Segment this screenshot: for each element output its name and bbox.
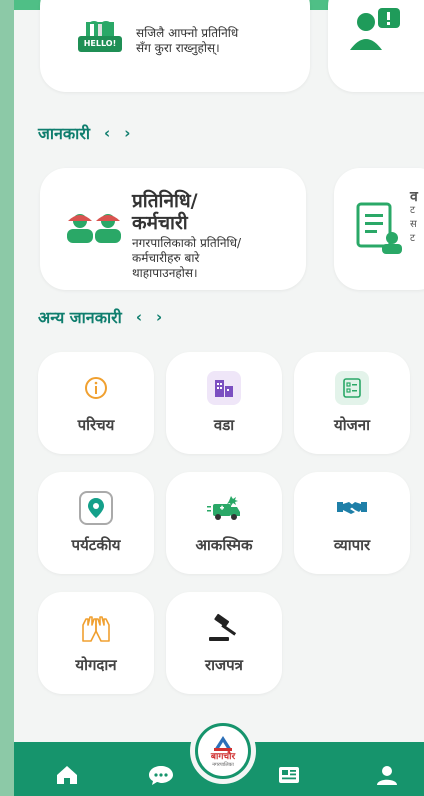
speaker-person-icon <box>350 8 402 54</box>
representative-desc-line3: थाहापाउनहोस। <box>132 266 198 280</box>
doc-partial-line1: व <box>410 189 418 205</box>
emblem-icon <box>214 736 232 751</box>
tile-business-label: व्यापार <box>333 536 371 554</box>
representative-desc-line2: कर्मचारीहरु बारे <box>132 251 200 265</box>
talk-representative-card[interactable]: HELLO! सजिलै आफ्नो प्रतिनिधि सँग कुरा रा… <box>40 0 310 92</box>
tile-gazette[interactable]: राजपत्र <box>166 592 282 694</box>
representative-desc-line1: नगरपालिकाको प्रतिनिधि/ <box>132 236 242 250</box>
doc-partial-line2: ट <box>410 205 416 216</box>
checklist-icon <box>335 371 369 405</box>
ambulance-icon <box>207 491 241 525</box>
tile-plan-label: योजना <box>334 416 370 434</box>
tile-gazette-label: राजपत्र <box>205 656 243 674</box>
handshake-icon <box>335 491 369 525</box>
raised-hands-icon <box>79 611 113 645</box>
doc-partial-line3: स <box>410 219 417 230</box>
other-prev-arrow[interactable]: ‹ <box>136 308 142 326</box>
tile-ward[interactable]: वडा <box>166 352 282 454</box>
talk-card-line1: सजिलै आफ्नो प्रतिनिधि <box>136 26 239 40</box>
info-section-header: जानकारी ‹ › <box>38 122 130 144</box>
info-icon <box>79 371 113 405</box>
complaint-card-partial[interactable] <box>328 0 424 92</box>
people-icon <box>66 213 124 247</box>
tile-tourism[interactable]: पर्यटकीय <box>38 472 154 574</box>
location-pin-icon <box>79 491 113 525</box>
logo-sub-text: नगरपालिका <box>212 762 234 768</box>
tile-contribution[interactable]: योगदान <box>38 592 154 694</box>
tile-intro-label: परिचय <box>77 416 115 434</box>
talk-card-line2: सँग कुरा राख्नुहोस्। <box>136 41 220 55</box>
tile-contribution-label: योगदान <box>75 656 117 674</box>
tile-business[interactable]: व्यापार <box>294 472 410 574</box>
info-section-title: जानकारी <box>38 124 91 143</box>
chat-icon[interactable] <box>146 762 176 788</box>
hello-badge-text: HELLO! <box>83 39 117 48</box>
document-card-partial[interactable]: व ट स ट <box>334 168 424 290</box>
gavel-icon <box>207 611 241 645</box>
tile-plan[interactable]: योजना <box>294 352 410 454</box>
info-prev-arrow[interactable]: ‹ <box>104 124 110 142</box>
hello-icon: HELLO! <box>76 20 124 54</box>
representative-card[interactable]: प्रतिनिधि/ कर्मचारी नगरपालिकाको प्रतिनिध… <box>40 168 306 290</box>
info-next-arrow[interactable]: › <box>124 124 130 142</box>
home-icon[interactable] <box>52 762 82 788</box>
building-icon <box>207 371 241 405</box>
tile-ward-label: वडा <box>213 416 235 434</box>
document-person-icon <box>356 202 402 258</box>
municipality-logo-button[interactable]: बागचौर नगरपालिका <box>190 718 256 784</box>
news-icon[interactable] <box>274 762 304 788</box>
representative-title-line1: प्रतिनिधि/ <box>132 190 198 212</box>
representative-title-line2: कर्मचारी <box>132 212 188 234</box>
tile-tourism-label: पर्यटकीय <box>71 536 121 554</box>
logo-name-text: बागचौर <box>210 752 236 762</box>
profile-icon[interactable] <box>372 762 402 788</box>
tile-emergency-label: आकस्मिक <box>195 536 253 554</box>
app-screen: HELLO! सजिलै आफ्नो प्रतिनिधि सँग कुरा रा… <box>14 0 424 796</box>
doc-partial-line4: ट <box>410 233 416 244</box>
tile-intro[interactable]: परिचय <box>38 352 154 454</box>
municipality-logo: बागचौर नगरपालिका <box>198 726 248 776</box>
other-section-header: अन्य जानकारी ‹ › <box>38 306 162 328</box>
tile-emergency[interactable]: आकस्मिक <box>166 472 282 574</box>
other-next-arrow[interactable]: › <box>156 308 162 326</box>
other-section-title: अन्य जानकारी <box>38 308 122 327</box>
